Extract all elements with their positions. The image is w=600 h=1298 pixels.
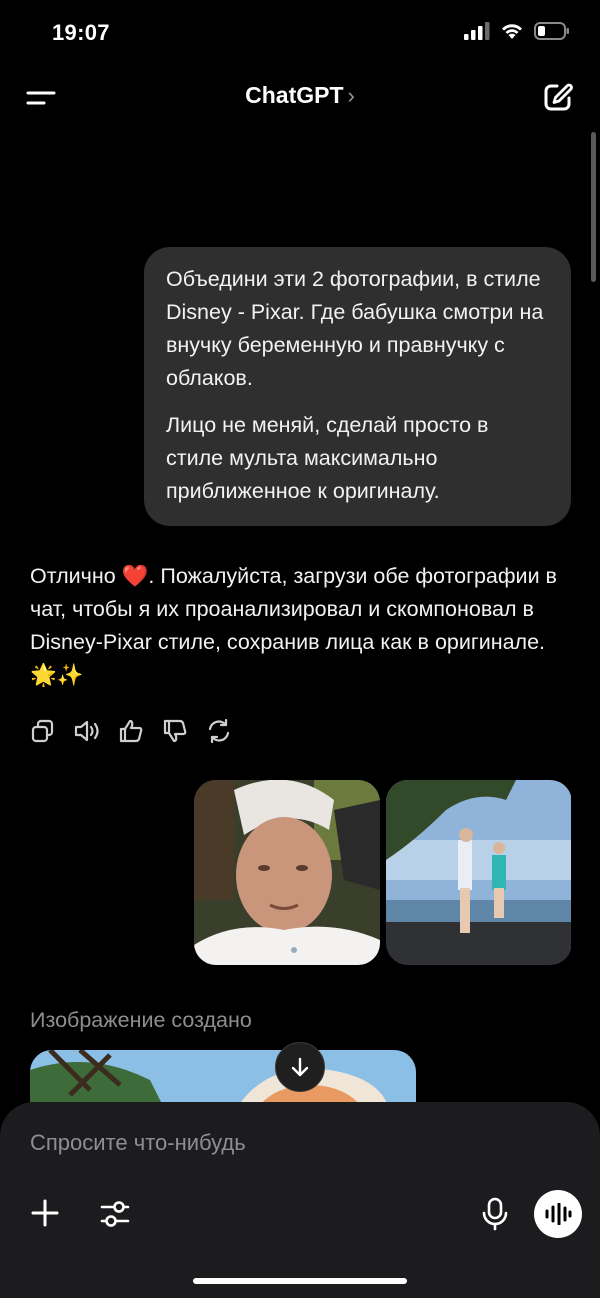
user-message-text: Лицо не меняй, сделай просто в стиле мул… bbox=[166, 413, 489, 503]
battery-icon bbox=[534, 22, 569, 40]
image-created-label: Изображение создано bbox=[30, 1008, 252, 1032]
speaker-icon[interactable] bbox=[72, 716, 102, 746]
attached-photo-grandmother[interactable] bbox=[194, 780, 380, 965]
voice-mode-button[interactable] bbox=[534, 1190, 582, 1238]
new-chat-icon[interactable] bbox=[542, 81, 574, 113]
tools-icon[interactable] bbox=[100, 1198, 130, 1230]
page-title: ChatGPT bbox=[245, 82, 344, 108]
user-message-text: Объедини эти 2 фотографии, в стиле Disne… bbox=[166, 267, 544, 390]
status-bar: 19:07 bbox=[0, 0, 600, 64]
scroll-to-bottom-button[interactable] bbox=[275, 1042, 325, 1092]
scrollbar[interactable] bbox=[591, 132, 596, 282]
thumbs-down-icon[interactable] bbox=[160, 716, 190, 746]
home-indicator bbox=[193, 1278, 407, 1284]
status-icons bbox=[464, 22, 570, 40]
regenerate-icon[interactable] bbox=[204, 716, 234, 746]
message-actions bbox=[28, 716, 234, 746]
top-bar: ChatGPT › bbox=[0, 70, 600, 126]
wifi-icon bbox=[502, 24, 522, 39]
copy-icon[interactable] bbox=[28, 716, 58, 746]
plus-icon[interactable] bbox=[30, 1198, 60, 1228]
status-time: 19:07 bbox=[52, 20, 110, 45]
chevron-right-icon: › bbox=[347, 83, 355, 108]
model-selector[interactable]: ChatGPT › bbox=[0, 82, 600, 109]
thumbs-up-icon[interactable] bbox=[116, 716, 146, 746]
user-message-bubble: Объедини эти 2 фотографии, в стиле Disne… bbox=[144, 247, 571, 526]
voice-wave-icon bbox=[545, 1203, 572, 1225]
attached-photo-seaside[interactable] bbox=[386, 780, 572, 965]
assistant-message: Отлично ❤️. Пожалуйста, загрузи обе фото… bbox=[30, 564, 557, 687]
arrow-down-icon bbox=[291, 1057, 309, 1077]
microphone-icon[interactable] bbox=[480, 1197, 510, 1231]
message-input[interactable] bbox=[30, 1130, 530, 1156]
signal-icon bbox=[464, 22, 490, 40]
composer bbox=[0, 1102, 600, 1298]
